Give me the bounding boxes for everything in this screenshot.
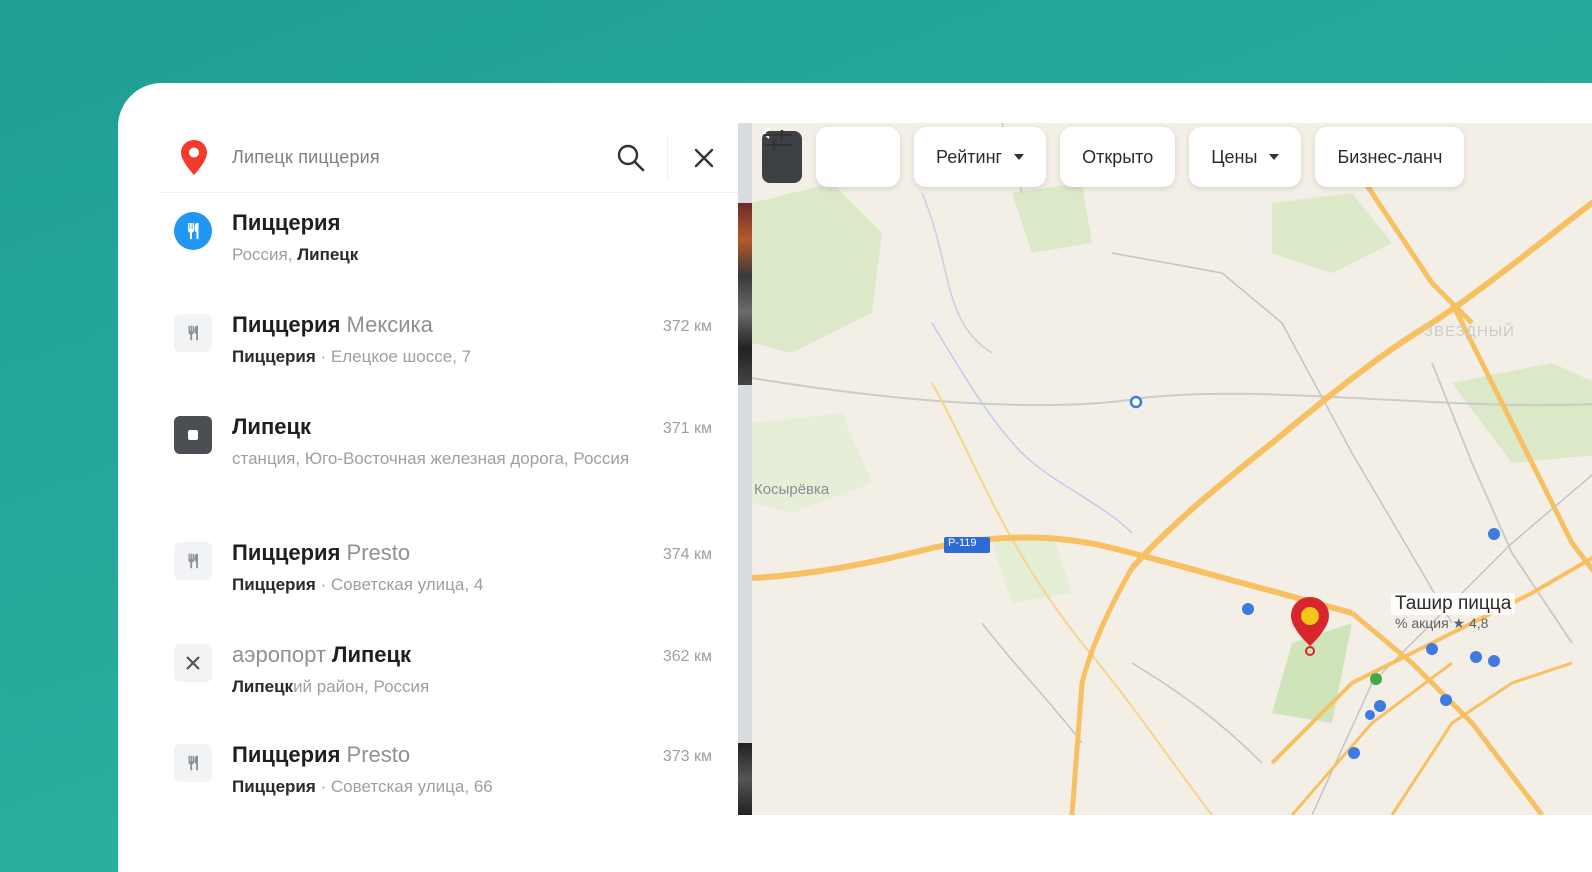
result-address: ий район, Россия: [293, 677, 430, 696]
list-item[interactable]: Пиццерия Россия, Липецк: [160, 208, 720, 310]
photo-thumbnail[interactable]: [738, 743, 752, 815]
result-address: · Советская улица, 66: [315, 777, 493, 796]
list-item[interactable]: Пиццерия Presto Пиццерия · Советская ули…: [160, 538, 720, 640]
map-label-zvezdny: ЗВЕЗДНЫЙ: [1424, 323, 1515, 340]
open-now-filter-label: Открыто: [1082, 146, 1154, 167]
prices-filter-label: Цены: [1211, 146, 1258, 167]
chevron-down-icon: [1269, 154, 1280, 160]
result-title-rest: Presto: [340, 540, 411, 565]
result-address: · Елецкое шоссе, 7: [315, 347, 472, 366]
result-address: станция, Юго-Восточная железная дорога, …: [232, 449, 630, 468]
rating-filter[interactable]: Рейтинг: [914, 127, 1047, 187]
prices-filter[interactable]: Цены: [1189, 127, 1302, 187]
list-item[interactable]: Липецк станция, Юго-Восточная железная д…: [160, 412, 720, 538]
result-distance: 372 км: [662, 318, 712, 335]
clear-search-button[interactable]: [674, 128, 734, 188]
search-input[interactable]: Липецк пиццерия: [232, 147, 601, 168]
list-item[interactable]: аэропорт Липецк Липецкий район, Россия 3…: [160, 640, 720, 740]
result-distance: 374 км: [662, 546, 712, 563]
poi-meta: % акция ★ 4,8: [1395, 615, 1489, 631]
photo-thumbnail[interactable]: [738, 203, 752, 385]
result-address: Россия,: [232, 245, 298, 264]
result-title-rest: Мексика: [340, 312, 433, 337]
result-title: Пиццерия: [232, 312, 341, 337]
search-button[interactable]: [601, 128, 661, 188]
list-item[interactable]: Пиццерия Мексика Пиццерия · Елецкое шосс…: [160, 310, 720, 412]
result-distance: 373 км: [662, 748, 712, 765]
divider: [667, 135, 668, 180]
search-panel: Липецк пиццерия Пиццерия Россия, Липецк …: [118, 83, 738, 872]
search-results-list: Пиццерия Россия, Липецк Пиццерия Мексика…: [160, 208, 720, 820]
result-distance: 362 км: [662, 648, 712, 665]
result-address: · Советская улица, 4: [315, 575, 484, 594]
search-icon: [617, 144, 645, 171]
chevron-down-icon: [1014, 154, 1025, 160]
result-category: Пиццерия: [232, 575, 316, 594]
result-title-rest: Presto: [340, 742, 411, 767]
result-category: Пиццерия: [232, 347, 316, 366]
business-lunch-filter-label: Бизнес-ланч: [1337, 146, 1443, 167]
close-icon: [694, 148, 714, 167]
map-filter-toolbar: Рейтинг Открыто Цены Бизнес-ланч: [762, 127, 1465, 187]
app-window: Липецк пиццерия Пиццерия Россия, Липецк …: [118, 83, 1592, 872]
result-title: Пиццерия: [232, 742, 341, 767]
road-sign-label: Р-119: [948, 537, 977, 549]
business-lunch-filter[interactable]: Бизнес-ланч: [1315, 127, 1465, 187]
result-title: Пиццерия: [232, 210, 341, 235]
result-title: Пиццерия: [232, 540, 341, 565]
result-category: Пиццерия: [232, 777, 316, 796]
restaurant-icon: [174, 314, 212, 352]
poi-title: Ташир пицца: [1391, 593, 1516, 615]
map-view[interactable]: Косырёвка ЗВЕЗДНЫЙ Р-119 Ташир пицца % а…: [752, 123, 1592, 815]
result-address-highlight: Липецк: [232, 677, 294, 696]
map-pin-logo-icon[interactable]: [178, 138, 210, 178]
map-poi-selected[interactable]: Ташир пицца % акция ★ 4,8: [1337, 593, 1516, 632]
photo-strip-scrollbar[interactable]: [738, 123, 752, 815]
filters-button[interactable]: [764, 127, 900, 187]
station-icon: [174, 416, 212, 454]
restaurant-icon: [174, 744, 212, 782]
restaurant-icon: [174, 212, 212, 250]
open-now-filter[interactable]: Открыто: [1060, 127, 1176, 187]
result-title: Липецк: [232, 414, 312, 439]
rating-filter-label: Рейтинг: [936, 146, 1003, 167]
result-title-prefix: аэропорт: [232, 642, 333, 667]
search-bar: Липецк пиццерия: [160, 123, 738, 193]
result-address-highlight: Липецк: [297, 245, 359, 264]
result-distance: 371 км: [662, 420, 712, 437]
list-item[interactable]: Пиццерия Presto Пиццерия · Советская ули…: [160, 740, 720, 820]
filters-icon: [764, 130, 792, 150]
restaurant-icon: [174, 542, 212, 580]
map-label-kosyrevka: Косырёвка: [754, 481, 830, 498]
result-title: Липецк: [332, 642, 412, 667]
map-canvas: [752, 123, 1592, 815]
airport-icon: [174, 644, 212, 682]
